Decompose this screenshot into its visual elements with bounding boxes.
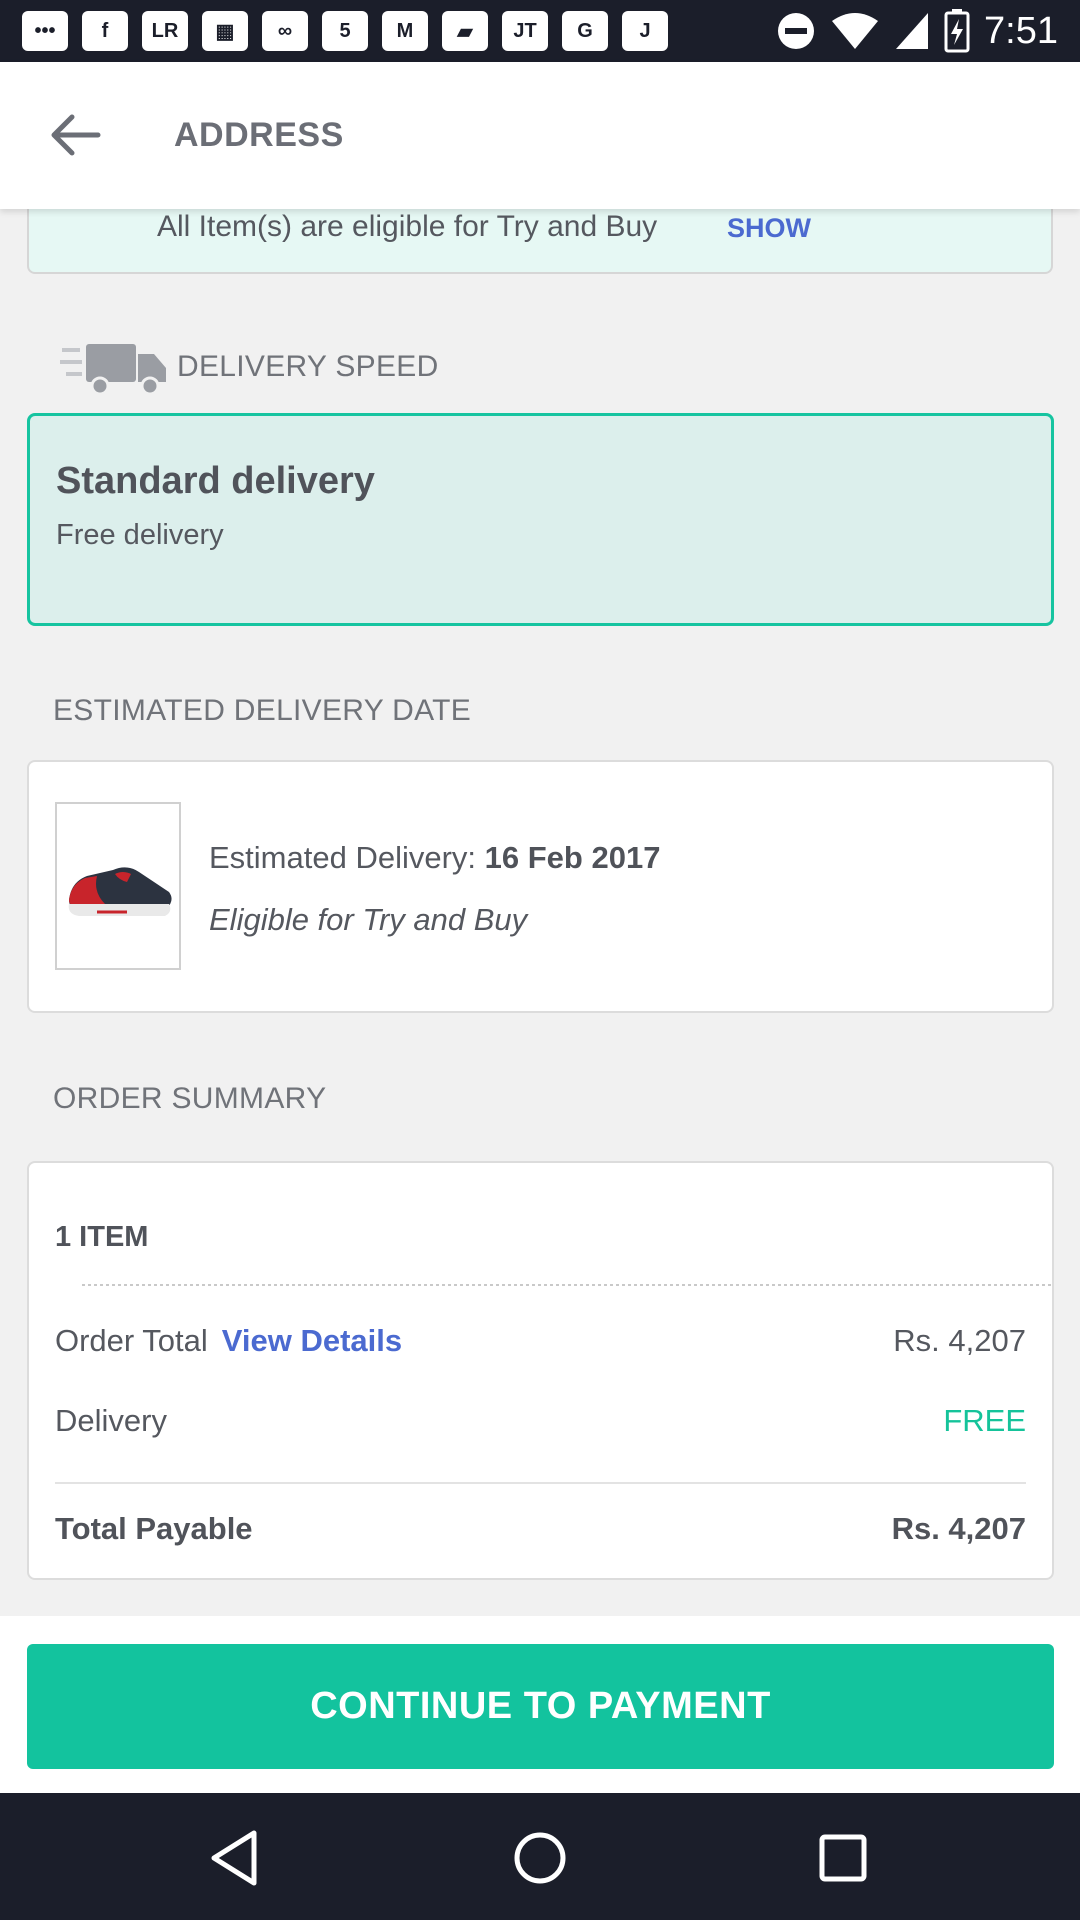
signal-icon (896, 13, 929, 49)
gmail-icon: M (382, 11, 428, 51)
order-total-label: Order Total (55, 1323, 208, 1358)
jt-icon: JT (502, 11, 548, 51)
chat-icon: ••• (22, 11, 68, 51)
nav-recents-icon[interactable] (808, 1823, 878, 1893)
system-navigation-bar (0, 1793, 1080, 1920)
status-bar: ••• f LR ▦ ∞ 5 M ▰ JT G J 7:51 (0, 0, 1080, 62)
tag-icon: ▰ (442, 11, 488, 51)
standard-delivery-option[interactable]: Standard delivery Free delivery (27, 413, 1054, 626)
estimated-delivery-label: ESTIMATED DELIVERY DATE (53, 694, 472, 727)
j-icon: J (622, 11, 668, 51)
item-count: 1 ITEM (55, 1221, 149, 1253)
estimated-delivery-label-text: Estimated Delivery: (209, 840, 477, 875)
try-and-buy-banner: All Item(s) are eligible for Try and Buy… (27, 209, 1053, 274)
estimated-delivery-card: Estimated Delivery: 16 Feb 2017 Eligible… (27, 760, 1054, 1013)
notification-icons: ••• f LR ▦ ∞ 5 M ▰ JT G J (22, 8, 668, 54)
delivery-option-title: Standard delivery (56, 460, 375, 502)
order-summary-card: 1 ITEM Order Total View Details Rs. 4,207… (27, 1161, 1054, 1580)
link-icon: ∞ (262, 11, 308, 51)
page-title: ADDRESS (174, 116, 344, 154)
google-icon: G (562, 11, 608, 51)
delivery-value: FREE (943, 1403, 1026, 1438)
show-button[interactable]: SHOW (727, 213, 811, 244)
order-total-value: Rs. 4,207 (893, 1323, 1026, 1358)
try-and-buy-text: All Item(s) are eligible for Try and Buy (157, 210, 658, 243)
do-not-disturb-icon (778, 13, 815, 49)
estimated-delivery-line: Estimated Delivery: 16 Feb 2017 (209, 840, 660, 876)
continue-to-payment-button[interactable]: CONTINUE TO PAYMENT (27, 1644, 1054, 1769)
order-total-row-label: Order Total View Details (55, 1323, 402, 1359)
five-icon: 5 (322, 11, 368, 51)
wifi-icon (832, 13, 879, 49)
battery-charging-icon (944, 9, 970, 53)
nav-back-icon[interactable] (200, 1823, 270, 1893)
shoe-image (68, 867, 172, 916)
grid-icon: ▦ (202, 11, 248, 51)
system-icons: 7:51 (776, 8, 1058, 54)
divider (55, 1482, 1026, 1484)
dotted-divider (82, 1284, 1054, 1286)
try-and-buy-eligibility: Eligible for Try and Buy (209, 902, 528, 937)
product-thumbnail[interactable] (55, 802, 181, 970)
order-summary-label: ORDER SUMMARY (53, 1082, 327, 1115)
shopping-icon: f (82, 11, 128, 51)
nav-home-icon[interactable] (505, 1823, 575, 1893)
total-payable-value: Rs. 4,207 (891, 1511, 1026, 1546)
back-arrow-icon[interactable] (44, 110, 104, 160)
lr-icon: LR (142, 11, 188, 51)
app-bar: ADDRESS (0, 62, 1080, 209)
clock: 7:51 (984, 9, 1058, 52)
delivery-label: Delivery (55, 1403, 167, 1438)
view-details-link[interactable]: View Details (222, 1323, 402, 1358)
delivery-option-subtitle: Free delivery (56, 519, 224, 551)
bottom-action-area: CONTINUE TO PAYMENT (0, 1616, 1080, 1793)
truck-icon (60, 344, 166, 396)
estimated-delivery-date: 16 Feb 2017 (484, 840, 661, 875)
delivery-speed-label: DELIVERY SPEED (177, 350, 439, 383)
total-payable-label: Total Payable (55, 1511, 253, 1546)
